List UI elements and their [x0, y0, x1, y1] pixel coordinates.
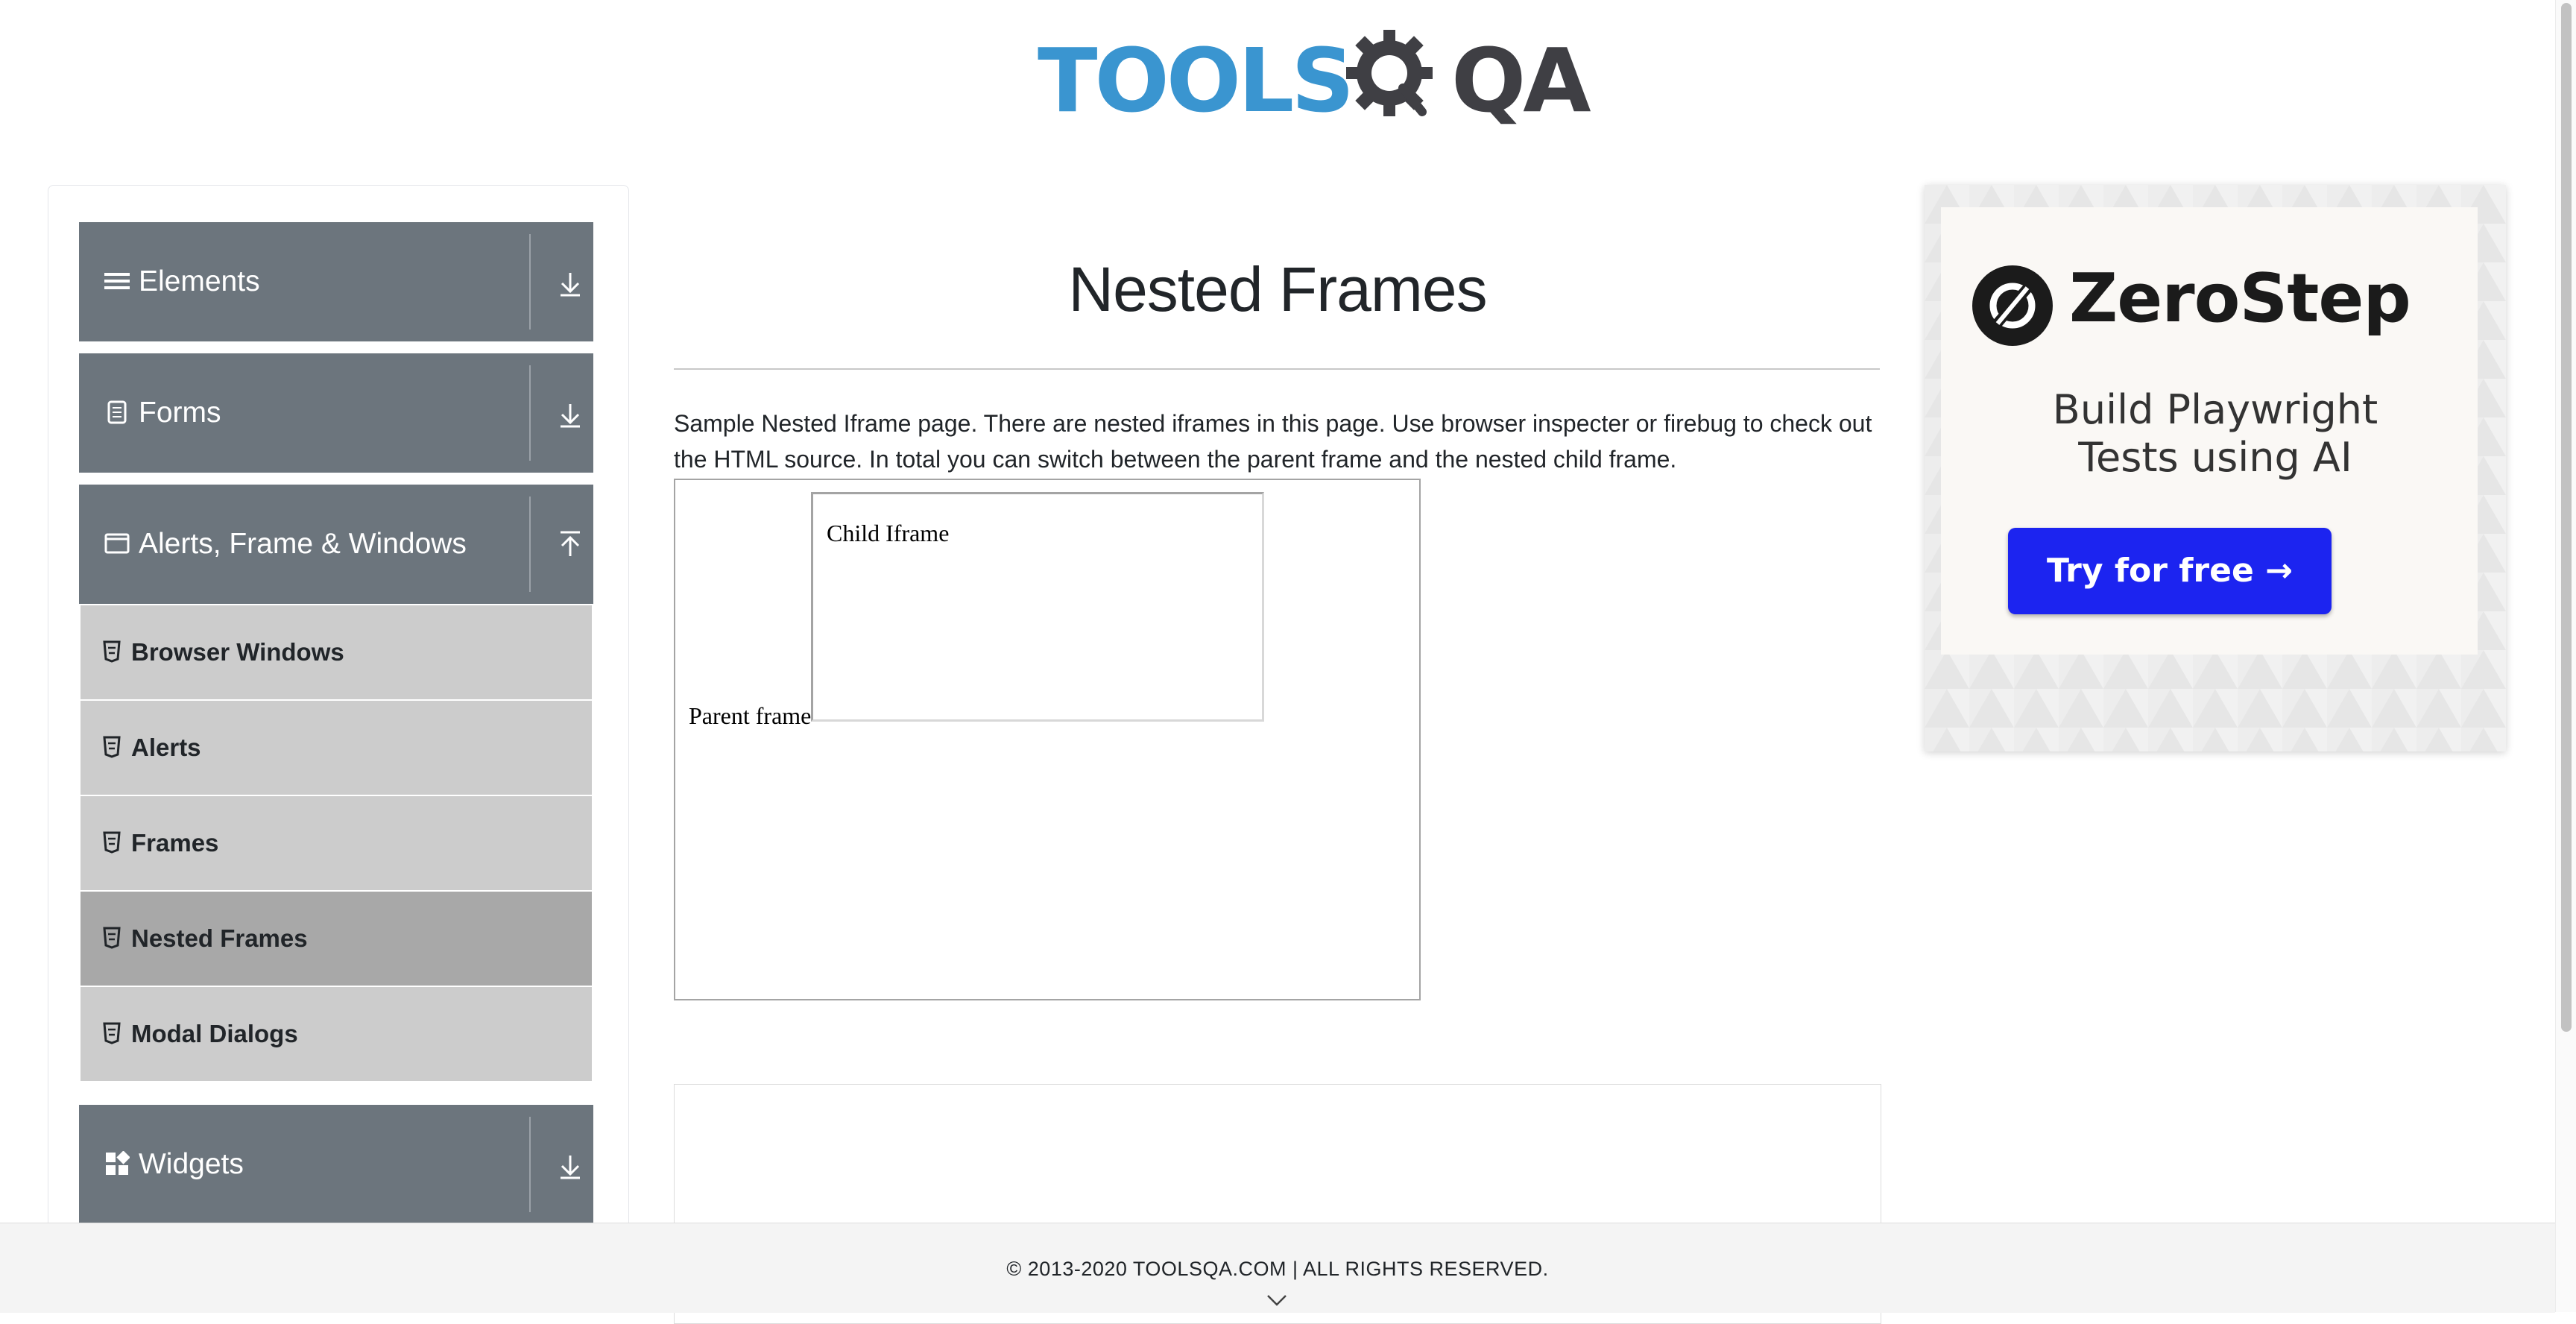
divider — [529, 1117, 531, 1212]
chevron-down-icon[interactable] — [1266, 1292, 1288, 1308]
group-label: Alerts, Frame & Windows — [139, 528, 467, 560]
logo-wordmark: TOOLS — [1038, 22, 1354, 139]
download-arrow-icon[interactable] — [553, 262, 587, 301]
html5-icon — [103, 1022, 121, 1044]
parent-iframe[interactable]: Parent frame Child Iframe — [674, 479, 1421, 1000]
menu-item-label: Alerts — [131, 734, 201, 761]
group-forms[interactable]: Forms — [79, 353, 593, 473]
gear-magnifier-icon — [1346, 30, 1433, 116]
menu-item-label: Nested Frames — [131, 924, 308, 952]
group-elements[interactable]: Elements — [79, 222, 593, 341]
zerostep-ad[interactable]: ZeroStep Build Playwright Tests using AI… — [1925, 185, 2506, 751]
group-alerts-frame-windows[interactable]: Alerts, Frame & Windows — [79, 485, 593, 604]
intro-text: Sample Nested Iframe page. There are nes… — [674, 410, 1872, 473]
menu-item-browser-windows[interactable]: Browser Windows — [80, 605, 592, 699]
html5-icon — [103, 640, 121, 663]
group-label: Forms — [139, 397, 221, 429]
menu-item-label: Browser Windows — [131, 638, 344, 666]
menu-item-alerts[interactable]: Alerts — [80, 700, 592, 795]
scrollbar-thumb[interactable] — [2561, 3, 2572, 1032]
menu-item-nested-frames[interactable]: Nested Frames — [80, 891, 592, 986]
zerostep-logo-icon — [1972, 265, 2053, 346]
toolsqa-logo[interactable]: TOOLS QA — [1038, 22, 1591, 139]
menu-item-label: Frames — [131, 829, 219, 857]
download-arrow-icon[interactable] — [553, 1145, 587, 1184]
page-title: Nested Frames — [1068, 254, 1487, 324]
html5-icon — [103, 927, 121, 949]
divider — [529, 365, 531, 461]
footer-copyright: © 2013-2020 TOOLSQA.COM | ALL RIGHTS RES… — [1006, 1258, 1549, 1280]
parent-frame-label: Parent frame — [689, 702, 812, 729]
page-scrollbar[interactable] — [2555, 0, 2576, 1312]
window-icon — [104, 533, 130, 554]
menu-item-modal-dialogs[interactable]: Modal Dialogs — [80, 986, 592, 1081]
ad-brand-name: ZeroStep — [2069, 259, 2411, 338]
title-divider — [674, 368, 1880, 370]
divider — [529, 234, 531, 330]
group-widgets[interactable]: Widgets — [79, 1105, 593, 1224]
download-arrow-icon[interactable] — [553, 394, 587, 432]
child-iframe[interactable]: Child Iframe — [811, 492, 1264, 722]
upload-arrow-icon[interactable] — [553, 525, 587, 564]
ad-headline: Build Playwright Tests using AI — [2052, 386, 2378, 481]
logo-tools-text: TOOLS — [1038, 29, 1354, 132]
html5-icon — [103, 736, 121, 758]
menu-item-label: Modal Dialogs — [131, 1020, 298, 1047]
divider — [529, 497, 531, 592]
form-icon — [107, 400, 127, 424]
group-label: Elements — [139, 265, 260, 297]
child-frame-label: Child Iframe — [827, 520, 950, 546]
html5-icon — [103, 831, 121, 854]
widgets-icon — [106, 1151, 130, 1175]
menu-item-frames[interactable]: Frames — [80, 795, 592, 890]
group-label: Widgets — [139, 1148, 244, 1180]
try-for-free-button[interactable]: Try for free → — [2008, 528, 2332, 614]
footer: © 2013-2020 TOOLSQA.COM | ALL RIGHTS RES… — [0, 1223, 2555, 1313]
list-icon — [104, 273, 130, 289]
